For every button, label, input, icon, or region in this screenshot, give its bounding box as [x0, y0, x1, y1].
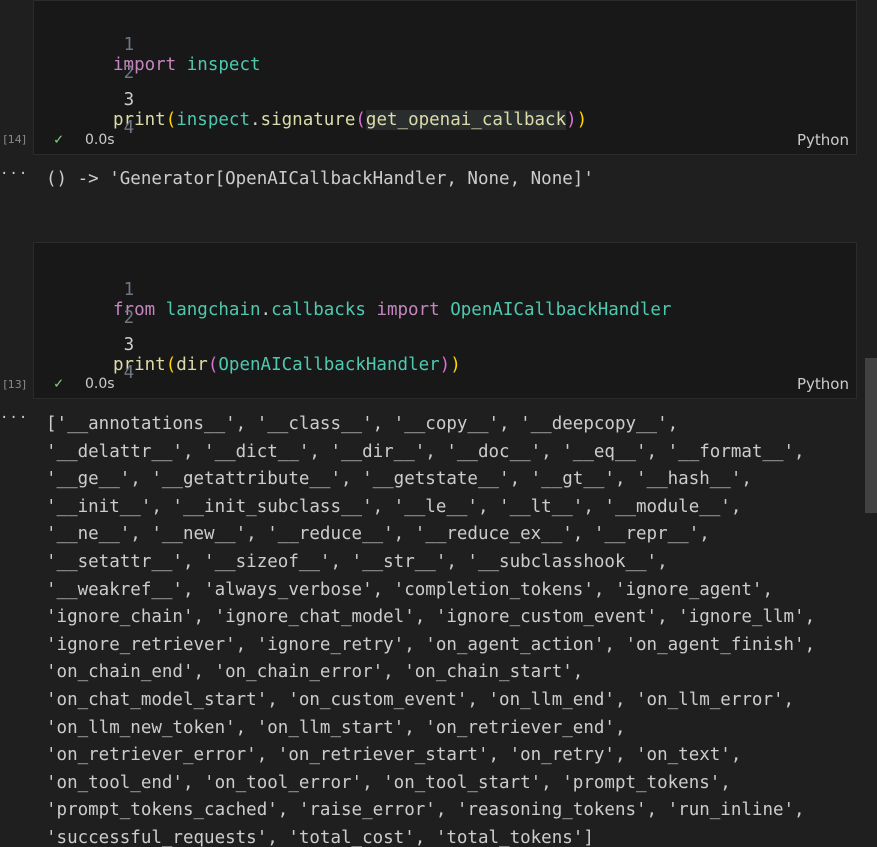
code-text[interactable]: from langchain.callbacks import OpenAICa…	[113, 300, 671, 320]
language-selector[interactable]: Python	[797, 131, 849, 149]
output-line: '__ge__', '__getattribute__', '__getstat…	[46, 469, 752, 490]
output-line: 'on_retriever_error', 'on_retriever_star…	[46, 745, 742, 766]
code-line: 1 import inspect	[34, 15, 261, 75]
output-line: 'on_chain_end', 'on_chain_error', 'on_ch…	[46, 662, 584, 683]
code-text[interactable]: import inspect	[113, 55, 261, 75]
output-line: 'successful_requests', 'total_cost', 'to…	[46, 828, 594, 847]
success-check-icon: ✓	[54, 374, 64, 392]
code-cell-1[interactable]: 1 import inspect 2 3 print(inspect.signa…	[33, 0, 857, 155]
execution-time: 0.0s	[85, 132, 115, 148]
language-selector[interactable]: Python	[797, 375, 849, 393]
line-number: 1	[123, 280, 135, 300]
line-number: 3	[123, 90, 135, 110]
line-number: 3	[123, 335, 135, 355]
execution-time: 0.0s	[85, 376, 115, 392]
execution-count: [14]	[3, 133, 26, 146]
output-line: 'prompt_tokens_cached', 'raise_error', '…	[46, 800, 805, 821]
code-line: 2	[34, 288, 135, 328]
line-number: 2	[123, 63, 135, 83]
output-line: '__weakref__', 'always_verbose', 'comple…	[46, 579, 773, 600]
line-number: 1	[123, 35, 135, 55]
code-line: 2	[34, 43, 135, 83]
code-text[interactable]: print(inspect.signature(get_openai_callb…	[113, 110, 587, 130]
output-line: '__setattr__', '__sizeof__', '__str__', …	[46, 552, 668, 572]
code-line: 1 from langchain.callbacks import OpenAI…	[34, 260, 671, 320]
output-line: '__delattr__', '__dict__', '__dir__', '_…	[46, 441, 805, 462]
output-line: 'on_tool_end', 'on_tool_error', 'on_tool…	[46, 772, 731, 793]
output-line: ['__annotations__', '__class__', '__copy…	[46, 414, 679, 434]
output-menu-icon[interactable]: ···	[0, 166, 27, 182]
code-line: 3 print(dir(OpenAICallbackHandler))	[34, 315, 461, 375]
output-line: 'on_chat_model_start', 'on_custom_event'…	[46, 690, 795, 710]
line-number: 2	[123, 308, 135, 328]
output-line: 'ignore_retriever', 'ignore_retry', 'on_…	[46, 634, 816, 655]
cell-output: () -> 'Generator[OpenAICallbackHandler, …	[46, 169, 594, 189]
output-line: '__init__', '__init_subclass__', '__le__…	[46, 496, 742, 517]
output-line: 'on_llm_new_token', 'on_llm_start', 'on_…	[46, 717, 626, 738]
output-menu-icon[interactable]: ···	[0, 410, 27, 426]
code-line: 4	[34, 98, 135, 138]
output-line: 'ignore_chain', 'ignore_chat_model', 'ig…	[46, 607, 816, 628]
success-check-icon: ✓	[54, 130, 64, 148]
execution-count: [13]	[3, 378, 26, 391]
scrollbar[interactable]	[865, 358, 877, 513]
output-line: '__ne__', '__new__', '__reduce__', '__re…	[46, 524, 710, 545]
code-cell-2[interactable]: 1 from langchain.callbacks import OpenAI…	[33, 242, 857, 399]
code-text[interactable]: print(dir(OpenAICallbackHandler))	[113, 355, 461, 375]
code-line: 3 print(inspect.signature(get_openai_cal…	[34, 70, 587, 130]
code-line: 4	[34, 343, 135, 383]
